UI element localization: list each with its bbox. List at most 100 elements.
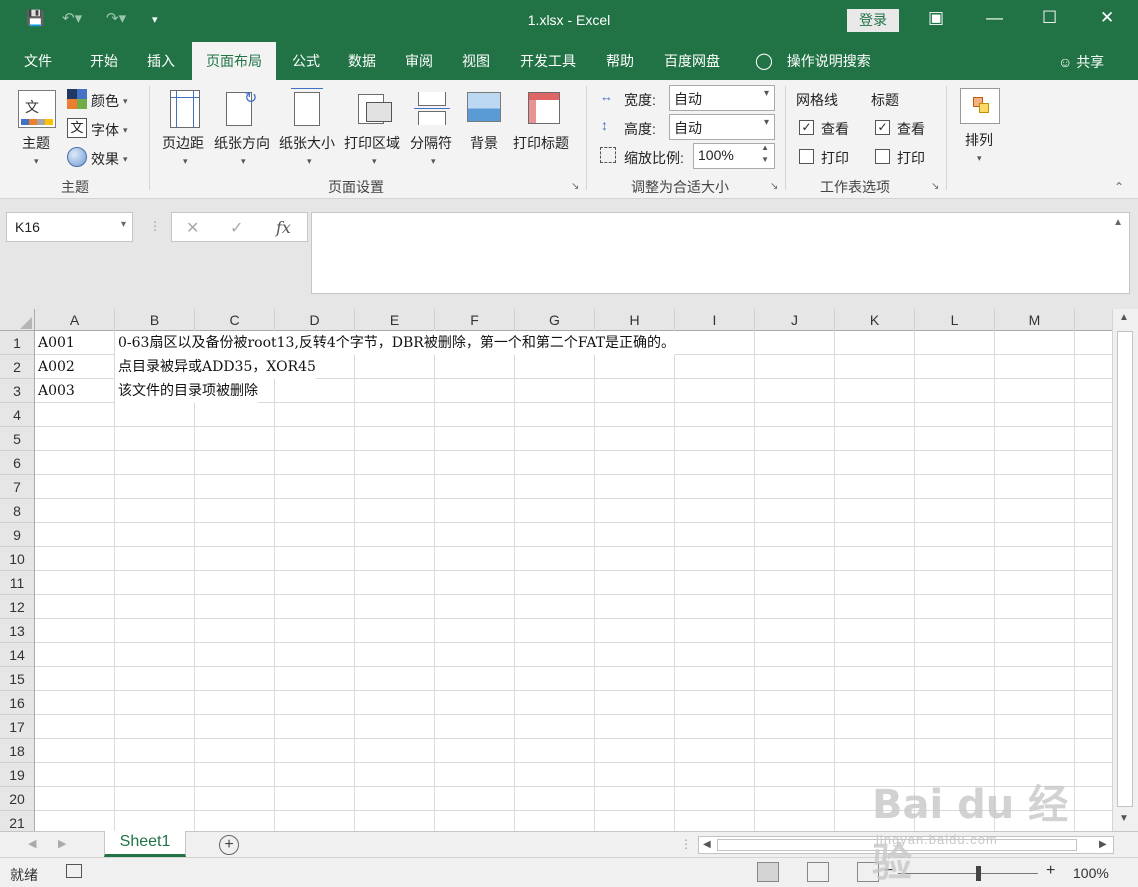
- cancel-icon[interactable]: ✕: [186, 218, 199, 238]
- share-button[interactable]: ☺ 共享: [1058, 52, 1104, 72]
- row-header-18[interactable]: 18: [0, 739, 34, 763]
- row-header-14[interactable]: 14: [0, 643, 34, 667]
- select-all-corner[interactable]: [0, 309, 35, 331]
- row-header-20[interactable]: 20: [0, 787, 34, 811]
- cell-area[interactable]: A001 0-63扇区以及备份被root13,反转4个字节，DBR被删除，第一个和…: [35, 331, 1112, 831]
- row-header-21[interactable]: 21: [0, 811, 34, 831]
- cell-b1[interactable]: 0-63扇区以及备份被root13,反转4个字节，DBR被删除，第一个和第二个F…: [115, 331, 676, 355]
- height-value: 自动: [674, 120, 702, 136]
- enter-icon[interactable]: ✓: [230, 218, 243, 238]
- column-header-m[interactable]: M: [995, 309, 1075, 331]
- prev-sheet-icon[interactable]: ◀: [28, 837, 36, 850]
- stepper-up-icon[interactable]: ▲: [761, 143, 769, 152]
- scroll-down-icon[interactable]: ▼: [1119, 813, 1129, 824]
- breaks-icon: [418, 92, 446, 106]
- row-header-16[interactable]: 16: [0, 691, 34, 715]
- row-header-4[interactable]: 4: [0, 403, 34, 427]
- row-header-9[interactable]: 9: [0, 523, 34, 547]
- minimize-icon[interactable]: —: [986, 8, 1003, 28]
- scroll-up-icon[interactable]: ▲: [1119, 312, 1129, 323]
- sheet-options-launcher-icon[interactable]: ↘: [931, 181, 939, 192]
- page-setup-launcher-icon[interactable]: ↘: [571, 181, 579, 192]
- cell-b3[interactable]: 该文件的目录项被删除: [115, 379, 258, 403]
- tab-review[interactable]: 审阅: [391, 42, 447, 80]
- column-header-d[interactable]: D: [275, 309, 355, 331]
- login-button[interactable]: 登录: [847, 9, 899, 32]
- scale-stepper[interactable]: 100% ▲ ▼: [693, 143, 775, 169]
- ribbon-display-options-icon[interactable]: ▣: [928, 8, 944, 28]
- column-header-b[interactable]: B: [115, 309, 195, 331]
- tab-file[interactable]: 文件: [10, 42, 66, 80]
- stepper-down-icon[interactable]: ▼: [761, 155, 769, 164]
- collapse-formula-icon[interactable]: ▲: [1113, 217, 1123, 228]
- collapse-ribbon-icon[interactable]: ⌃: [1114, 180, 1124, 194]
- headings-print-checkbox[interactable]: [875, 149, 890, 164]
- column-header-g[interactable]: G: [515, 309, 595, 331]
- width-select[interactable]: 自动 ▾: [669, 85, 775, 111]
- row-header-7[interactable]: 7: [0, 475, 34, 499]
- column-header-e[interactable]: E: [355, 309, 435, 331]
- row-header-3[interactable]: 3: [0, 379, 34, 403]
- row-header-12[interactable]: 12: [0, 595, 34, 619]
- column-header-a[interactable]: A: [35, 309, 115, 331]
- tab-formulas[interactable]: 公式: [278, 42, 334, 80]
- column-header-c[interactable]: C: [195, 309, 275, 331]
- row-header-15[interactable]: 15: [0, 667, 34, 691]
- scale-launcher-icon[interactable]: ↘: [770, 181, 778, 192]
- row-header-5[interactable]: 5: [0, 427, 34, 451]
- scroll-right-icon[interactable]: ▶: [1099, 839, 1107, 850]
- cell-b2[interactable]: 点目录被异或ADD35，XOR45: [115, 355, 316, 379]
- column-header-f[interactable]: F: [435, 309, 515, 331]
- gridlines-print-checkbox[interactable]: [799, 149, 814, 164]
- height-select[interactable]: 自动 ▾: [669, 114, 775, 140]
- row-header-19[interactable]: 19: [0, 763, 34, 787]
- grid-line: [35, 666, 1112, 667]
- vertical-scroll-thumb[interactable]: [1117, 331, 1133, 807]
- macro-record-icon[interactable]: [66, 864, 82, 878]
- add-sheet-icon[interactable]: +: [219, 835, 239, 855]
- next-sheet-icon[interactable]: ▶: [58, 837, 66, 850]
- grid-line: [914, 331, 915, 831]
- maximize-icon[interactable]: ☐: [1042, 8, 1057, 28]
- column-header-j[interactable]: J: [755, 309, 835, 331]
- column-header-i[interactable]: I: [675, 309, 755, 331]
- insert-function-icon[interactable]: fx: [276, 218, 291, 237]
- column-header-h[interactable]: H: [595, 309, 675, 331]
- vertical-scrollbar[interactable]: ▲ ▼: [1112, 309, 1138, 831]
- tab-view[interactable]: 视图: [448, 42, 504, 80]
- row-header-8[interactable]: 8: [0, 499, 34, 523]
- column-header-l[interactable]: L: [915, 309, 995, 331]
- name-box[interactable]: K16 ▾: [6, 212, 133, 242]
- scroll-left-icon[interactable]: ◀: [703, 839, 711, 850]
- row-header-10[interactable]: 10: [0, 547, 34, 571]
- group-divider: [586, 86, 587, 190]
- close-icon[interactable]: ✕: [1100, 8, 1114, 28]
- row-header-13[interactable]: 13: [0, 619, 34, 643]
- tab-baidu-netdisk[interactable]: 百度网盘: [652, 42, 732, 80]
- size-measure-icon: [291, 88, 323, 89]
- tab-developer[interactable]: 开发工具: [508, 42, 588, 80]
- tab-home[interactable]: 开始: [76, 42, 132, 80]
- page-layout-view-button[interactable]: [807, 862, 829, 882]
- tab-data[interactable]: 数据: [334, 42, 390, 80]
- scale-icon: [600, 147, 616, 163]
- formula-input[interactable]: ▲: [311, 212, 1130, 294]
- headings-view-checkbox[interactable]: ✓: [875, 120, 890, 135]
- cell-a1[interactable]: A001: [35, 331, 115, 355]
- cell-a2[interactable]: A002: [35, 355, 115, 379]
- normal-view-button[interactable]: [757, 862, 779, 882]
- column-header-k[interactable]: K: [835, 309, 915, 331]
- sheet-tab-sheet1[interactable]: Sheet1: [104, 831, 186, 857]
- row-header-11[interactable]: 11: [0, 571, 34, 595]
- tab-insert[interactable]: 插入: [133, 42, 189, 80]
- row-header-17[interactable]: 17: [0, 715, 34, 739]
- row-header-6[interactable]: 6: [0, 451, 34, 475]
- gridlines-view-checkbox[interactable]: ✓: [799, 120, 814, 135]
- row-header-1[interactable]: 1: [0, 331, 34, 355]
- share-label: 共享: [1076, 54, 1105, 70]
- tell-me-search[interactable]: ◯ 操作说明搜索: [755, 51, 871, 71]
- cell-a3[interactable]: A003: [35, 379, 115, 403]
- row-header-2[interactable]: 2: [0, 355, 34, 379]
- tab-help[interactable]: 帮助: [592, 42, 648, 80]
- tab-page-layout[interactable]: 页面布局: [192, 42, 276, 80]
